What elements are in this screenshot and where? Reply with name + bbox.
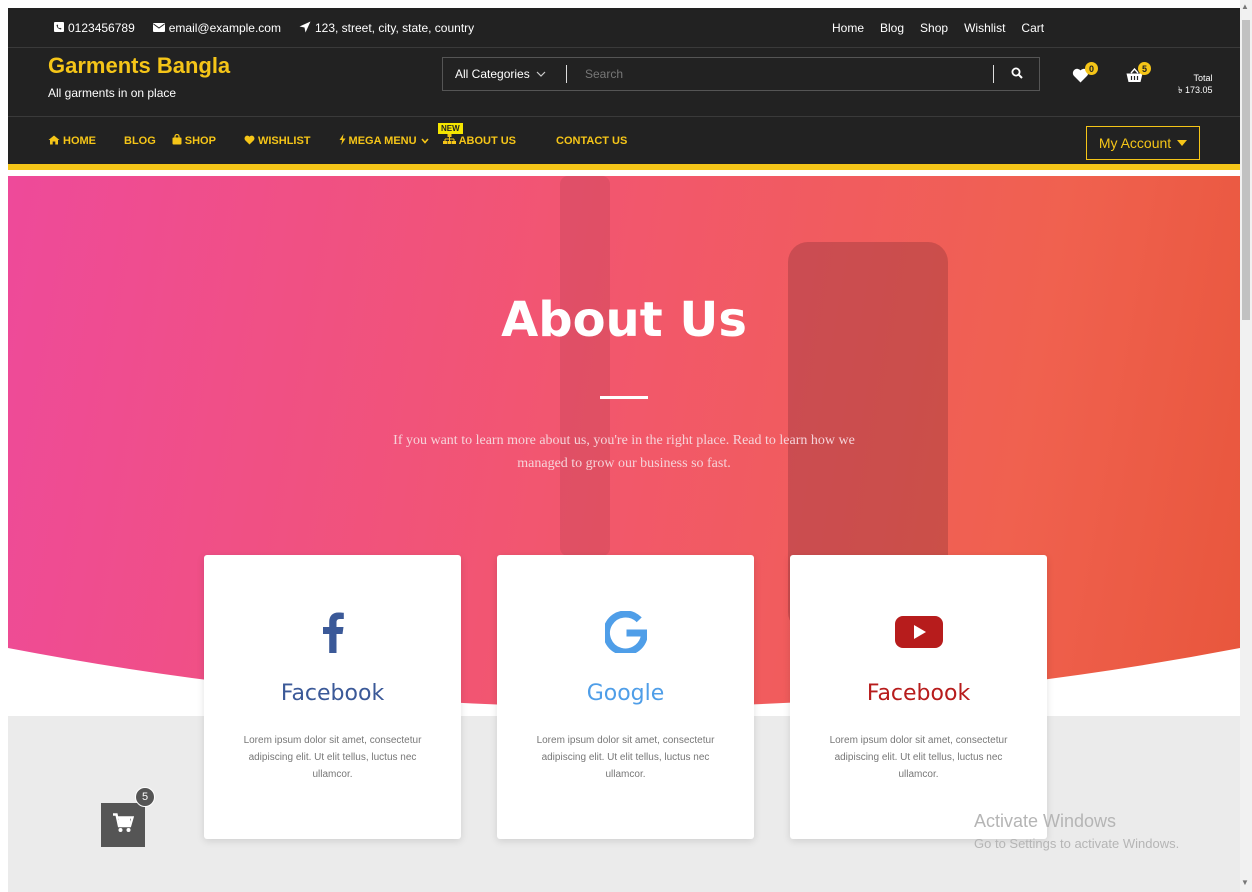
nav-label-wishlist: WISHLIST bbox=[257, 135, 311, 147]
nav-item-wishlist[interactable]: WISHLIST bbox=[244, 135, 311, 148]
nav-label-contact-us: CONTACT US bbox=[556, 135, 628, 147]
nav-item-mega-menu[interactable]: MEGA MENU bbox=[339, 134, 429, 148]
total-value: ৳ 173.05 bbox=[1178, 85, 1213, 95]
address-contact[interactable]: 123, street, city, state, country bbox=[299, 21, 474, 36]
card-text: Lorem ipsum dolor sit amet, consectetur … bbox=[829, 735, 1008, 780]
top-link-wishlist[interactable]: Wishlist bbox=[964, 21, 1005, 35]
scroll-up-icon[interactable]: ▲ bbox=[1241, 2, 1249, 11]
envelope-icon bbox=[152, 21, 165, 35]
chevron-down-icon bbox=[536, 69, 546, 80]
social-card-youtube[interactable]: Facebook Lorem ipsum dolor sit amet, con… bbox=[790, 555, 1047, 839]
location-arrow-icon bbox=[299, 21, 311, 36]
top-link-shop[interactable]: Shop bbox=[920, 21, 948, 35]
search-button[interactable] bbox=[993, 65, 1039, 83]
scrollbar-thumb[interactable] bbox=[1242, 20, 1250, 320]
nav-label-about-us: ABOUT US bbox=[458, 135, 517, 147]
nav-item-home[interactable]: HOME bbox=[48, 135, 96, 148]
top-bar: 0123456789 email@example.com 123, street… bbox=[8, 8, 1240, 48]
caret-down-icon bbox=[1177, 140, 1188, 146]
youtube-icon bbox=[790, 607, 1047, 657]
nav-label-shop: SHOP bbox=[184, 135, 216, 147]
heart-icon bbox=[244, 135, 255, 148]
chevron-down-icon bbox=[420, 135, 429, 147]
nav-label-mega-menu: MEGA MENU bbox=[348, 135, 417, 147]
shopping-bag-icon bbox=[172, 133, 182, 148]
nav-label-blog: BLOG bbox=[124, 135, 156, 147]
nav-item-blog[interactable]: BLOG bbox=[124, 135, 156, 147]
top-link-blog[interactable]: Blog bbox=[880, 21, 904, 35]
floating-cart-count: 5 bbox=[135, 787, 155, 807]
bolt-icon bbox=[339, 134, 346, 148]
wishlist-count-badge: 0 bbox=[1085, 62, 1098, 75]
search-bar: All Categories bbox=[442, 57, 1040, 91]
sitemap-icon bbox=[442, 134, 456, 148]
card-text: Lorem ipsum dolor sit amet, consectetur … bbox=[536, 735, 715, 780]
brand-title[interactable]: Garments Bangla bbox=[48, 53, 230, 79]
about-hero: About Us If you want to learn more about… bbox=[8, 176, 1240, 892]
top-links: Home Blog Shop Wishlist Cart bbox=[832, 8, 1060, 48]
address-text: 123, street, city, state, country bbox=[314, 21, 475, 35]
top-link-cart[interactable]: Cart bbox=[1021, 21, 1044, 35]
card-title: Google bbox=[586, 681, 665, 706]
shopping-cart-icon bbox=[112, 812, 135, 838]
email-address: email@example.com bbox=[168, 21, 281, 35]
my-account-label: My Account bbox=[1098, 135, 1172, 151]
scroll-down-icon[interactable]: ▼ bbox=[1241, 878, 1249, 887]
nav-item-shop[interactable]: SHOP bbox=[172, 133, 216, 148]
card-title: Facebook bbox=[866, 681, 971, 706]
card-title: Facebook bbox=[280, 681, 385, 706]
title-divider bbox=[600, 396, 648, 399]
vertical-scrollbar[interactable]: ▲ ▼ bbox=[1240, 0, 1252, 892]
nav-item-contact-us[interactable]: CONTACT US bbox=[556, 135, 627, 147]
main-nav: HOME BLOG SHOP WISHLIST MEGA MENU ABOUT … bbox=[8, 116, 1240, 170]
floating-cart-button[interactable]: 5 bbox=[101, 787, 155, 847]
social-card-facebook[interactable]: Facebook Lorem ipsum dolor sit amet, con… bbox=[204, 555, 461, 839]
hero-description: If you want to learn more about us, you'… bbox=[393, 433, 855, 471]
nav-item-about-us[interactable]: ABOUT US bbox=[442, 134, 517, 148]
new-badge: NEW bbox=[438, 123, 463, 134]
contact-info: 0123456789 email@example.com 123, street… bbox=[54, 8, 492, 48]
nav-menu: HOME BLOG SHOP WISHLIST MEGA MENU ABOUT … bbox=[48, 117, 655, 165]
main-header: Garments Bangla All garments in on place… bbox=[8, 48, 1240, 116]
cart-total: Total ৳ 173.05 bbox=[1178, 72, 1213, 96]
cart-count-badge: 5 bbox=[1138, 62, 1151, 75]
email-contact[interactable]: email@example.com bbox=[152, 21, 281, 35]
phone-contact[interactable]: 0123456789 bbox=[54, 21, 135, 35]
page: 0123456789 email@example.com 123, street… bbox=[8, 8, 1240, 892]
page-title: About Us bbox=[501, 292, 747, 348]
phone-icon bbox=[54, 21, 64, 35]
cart-button[interactable]: 5 bbox=[1126, 62, 1151, 87]
card-text: Lorem ipsum dolor sit amet, consectetur … bbox=[243, 735, 422, 780]
wishlist-button[interactable]: 0 bbox=[1072, 62, 1098, 88]
brand-subtitle: All garments in on place bbox=[48, 86, 177, 100]
my-account-dropdown[interactable]: My Account bbox=[1086, 126, 1200, 160]
search-input[interactable] bbox=[567, 67, 993, 81]
category-label: All Categories bbox=[455, 67, 530, 81]
google-icon bbox=[497, 607, 754, 657]
facebook-icon bbox=[204, 607, 461, 657]
social-card-google[interactable]: Google Lorem ipsum dolor sit amet, conse… bbox=[497, 555, 754, 839]
phone-number: 0123456789 bbox=[68, 21, 135, 35]
nav-label-home: HOME bbox=[63, 135, 96, 147]
windows-watermark-subtitle: Go to Settings to activate Windows. bbox=[974, 836, 1180, 851]
home-icon bbox=[48, 135, 60, 148]
hero-photo-shape bbox=[560, 176, 610, 556]
total-label: Total bbox=[1193, 73, 1213, 83]
windows-watermark-title: Activate Windows bbox=[974, 811, 1117, 831]
category-select[interactable]: All Categories bbox=[443, 65, 567, 83]
top-link-home[interactable]: Home bbox=[832, 21, 864, 35]
search-icon bbox=[1011, 67, 1023, 82]
